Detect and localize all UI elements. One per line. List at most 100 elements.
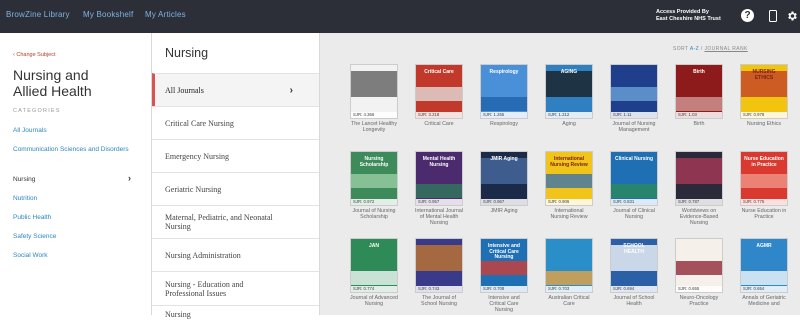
journal-title[interactable]: Critical Care (415, 121, 463, 127)
category-safety-science[interactable]: Safety Science (13, 232, 131, 241)
subcategory-nursing-administration[interactable]: Nursing Administration (152, 238, 319, 271)
journal-card[interactable]: SJR: 0.655 Neuro-Oncology Practice (675, 238, 723, 307)
journal-card[interactable]: AGING SJR: 1.212 Aging (545, 64, 593, 127)
journal-cover[interactable]: SJR: 0.743 (415, 238, 463, 293)
journal-card[interactable]: Critical Care SJR: 3.218 Critical Care (415, 64, 463, 127)
sort-journal-rank[interactable]: JOURNAL RANK (704, 46, 747, 52)
journal-title[interactable]: Journal of Nursing Scholarship (350, 208, 398, 220)
sjr-badge: SJR: 0.703 (546, 286, 592, 292)
journal-cover[interactable]: Nursing Scholarship SJR: 0.972 (350, 151, 398, 206)
sort-control: SORT A-Z / JOURNAL RANK (673, 46, 748, 52)
subcategory-critical-care-nursing[interactable]: Critical Care Nursing (152, 106, 319, 139)
journal-title[interactable]: Annals of Geriatric Medicine and (740, 295, 788, 307)
journal-title[interactable]: JMIR Aging (480, 208, 528, 214)
journal-cover[interactable]: NURSING ETHICS SJR: 0.978 (740, 64, 788, 119)
cover-title: Nurse Education in Practice (744, 156, 784, 168)
sort-a-z[interactable]: A-Z (690, 46, 699, 52)
journal-cover[interactable]: SJR: 0.703 (545, 238, 593, 293)
journal-card[interactable]: Intensive and Critical Care Nursing SJR: … (480, 238, 528, 313)
nav-my-articles[interactable]: My Articles (145, 10, 186, 19)
journal-cover[interactable]: Nurse Education in Practice SJR: 0.775 (740, 151, 788, 206)
category-all-journals[interactable]: All Journals (13, 126, 131, 135)
cover-band (546, 271, 592, 285)
journal-title[interactable]: Journal of Nursing Management (610, 121, 658, 133)
journal-card[interactable]: Mental Health Nursing SJR: 0.957 Internati… (415, 151, 463, 226)
journal-title[interactable]: Birth (675, 121, 723, 127)
journal-cover[interactable]: Clinical Nursing SJR: 0.831 (610, 151, 658, 206)
journal-title[interactable]: Worldviews on Evidence-Based Nursing (675, 208, 723, 226)
subcategory-all-journals[interactable]: All Journals › (152, 73, 319, 106)
journal-title[interactable]: Journal of School Health (610, 295, 658, 307)
journal-card[interactable]: SJR: 0.743 The Journal of School Nursing (415, 238, 463, 307)
journal-card[interactable]: SJR: 4.366 The Lancet Healthy Longevity (350, 64, 398, 133)
journal-cover[interactable]: Intensive and Critical Care Nursing SJR: … (480, 238, 528, 293)
subcategory-maternal-pediatric-neonatal[interactable]: Maternal, Pediatric, and Neonatal Nursin… (152, 205, 319, 238)
journal-cover[interactable]: International Nursing Review SJR: 0.906 (545, 151, 593, 206)
journal-card[interactable]: AGMR SJR: 0.654 Annals of Geriatric Medici… (740, 238, 788, 307)
category-public-health[interactable]: Public Health (13, 213, 131, 222)
subcategory-nursing-education[interactable]: Nursing - Education and Professional Iss… (152, 271, 319, 305)
subcategory-label: Nursing - Education and Professional Iss… (165, 279, 244, 298)
journal-cover[interactable]: Mental Health Nursing SJR: 0.957 (415, 151, 463, 206)
journal-cover[interactable]: SJR: 0.655 (675, 238, 723, 293)
journal-card[interactable]: JMIR Aging SJR: 0.967 JMIR Aging (480, 151, 528, 214)
journal-cover[interactable]: SJR: 4.366 (350, 64, 398, 119)
cover-title: NURSING ETHICS (752, 69, 776, 81)
journal-card[interactable]: NURSING ETHICS SJR: 0.978 Nursing Ethics (740, 64, 788, 127)
journal-title[interactable]: International Nursing Review (545, 208, 593, 220)
journal-card[interactable]: Respirology SJR: 1.265 Respirology (480, 64, 528, 127)
phone-icon[interactable] (766, 9, 780, 23)
journal-title[interactable]: Nurse Education in Practice (740, 208, 788, 220)
journal-cover[interactable]: AGMR SJR: 0.654 (740, 238, 788, 293)
journal-title[interactable]: Intensive and Critical Care Nursing (480, 295, 528, 313)
journal-cover[interactable]: AGING SJR: 1.212 (545, 64, 593, 119)
category-communication-sciences[interactable]: Communication Sciences and Disorders (13, 145, 131, 154)
subcategory-nursing[interactable]: Nursing (152, 305, 319, 325)
journal-card[interactable]: Birth SJR: 1.03 Birth (675, 64, 723, 127)
journal-card[interactable]: JAN SJR: 0.774 Journal of Advanced Nursing (350, 238, 398, 307)
journal-title[interactable]: Journal of Advanced Nursing (350, 295, 398, 307)
category-nursing[interactable]: Nursing (13, 175, 131, 184)
journal-title[interactable]: Nursing Ethics (740, 121, 788, 127)
gear-icon[interactable] (785, 9, 799, 23)
journal-card[interactable]: Nurse Education in Practice SJR: 0.775 Nur… (740, 151, 788, 220)
help-icon[interactable]: ? (741, 9, 754, 22)
journal-cover[interactable]: Critical Care SJR: 3.218 (415, 64, 463, 119)
journal-card[interactable]: SJR: 0.703 Australian Critical Care (545, 238, 593, 307)
subject-title-line-1: Nursing and (13, 67, 89, 83)
sort-prefix: SORT (673, 46, 689, 52)
cover-band (481, 97, 527, 111)
subcategory-label: All Journals (165, 85, 204, 95)
journal-cover[interactable]: Respirology SJR: 1.265 (480, 64, 528, 119)
journal-card[interactable]: International Nursing Review SJR: 0.906 In… (545, 151, 593, 220)
category-social-work[interactable]: Social Work (13, 251, 131, 260)
journal-cover[interactable]: SCHOOL HEALTH SJR: 0.694 (610, 238, 658, 293)
subcategory-geriatric-nursing[interactable]: Geriatric Nursing (152, 172, 319, 205)
journal-card[interactable]: SJR: 0.787 Worldviews on Evidence-Based N… (675, 151, 723, 226)
journal-title[interactable]: Neuro-Oncology Practice (675, 295, 723, 307)
journal-cover[interactable]: JAN SJR: 0.774 (350, 238, 398, 293)
nav-my-bookshelf[interactable]: My Bookshelf (83, 10, 133, 19)
journal-title[interactable]: Journal of Clinical Nursing (610, 208, 658, 220)
subcategory-emergency-nursing[interactable]: Emergency Nursing (152, 139, 319, 172)
journal-card[interactable]: Nursing Scholarship SJR: 0.972 Journal of … (350, 151, 398, 220)
journal-card[interactable]: SCHOOL HEALTH SJR: 0.694 Journal of School… (610, 238, 658, 307)
sjr-badge: SJR: 1.265 (481, 112, 527, 118)
journal-title[interactable]: International Journal of Mental Health N… (415, 208, 463, 226)
journal-title[interactable]: Australian Critical Care (545, 295, 593, 307)
journal-cover[interactable]: JMIR Aging SJR: 0.967 (480, 151, 528, 206)
cover-band (741, 271, 787, 285)
category-nutrition[interactable]: Nutrition (13, 194, 131, 203)
journal-card[interactable]: Clinical Nursing SJR: 0.831 Journal of Cli… (610, 151, 658, 220)
sort-separator: / (700, 46, 703, 52)
change-subject-link[interactable]: ‹ Change Subject (13, 52, 56, 58)
journal-title[interactable]: The Lancet Healthy Longevity (350, 121, 398, 133)
journal-cover[interactable]: SJR: 0.787 (675, 151, 723, 206)
nav-browzine-library[interactable]: BrowZine Library (6, 10, 70, 19)
journal-cover[interactable]: SJR: 1.11 (610, 64, 658, 119)
journal-title[interactable]: The Journal of School Nursing (415, 295, 463, 307)
journal-title[interactable]: Respirology (480, 121, 528, 127)
journal-title[interactable]: Aging (545, 121, 593, 127)
journal-cover[interactable]: Birth SJR: 1.03 (675, 64, 723, 119)
journal-card[interactable]: SJR: 1.11 Journal of Nursing Management (610, 64, 658, 133)
